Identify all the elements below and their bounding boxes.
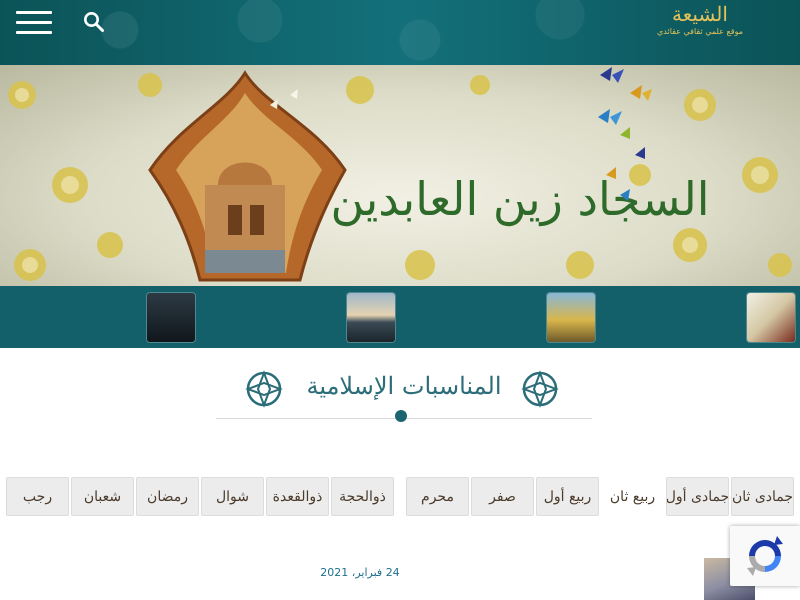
hijri-months-row: رجب شعبان رمضان شوال ذوالقعدة ذوالحجة مح… <box>0 476 800 518</box>
month-rabi-awwal[interactable]: ربيع أول <box>536 477 599 516</box>
search-icon-glyph <box>84 12 104 32</box>
post-date[interactable]: 24 فبراير، 2021 <box>300 566 420 579</box>
month-jumada-thani[interactable]: جمادى ثان <box>731 477 794 516</box>
section-divider-dot <box>395 410 407 422</box>
thumbnail-golden-shrine[interactable] <box>547 293 595 342</box>
menu-bar <box>16 21 52 24</box>
banner-artwork: السجاد زين العابدين <box>8 67 792 282</box>
hero-banner[interactable]: السجاد زين العابدين <box>0 65 800 286</box>
site-header: الشيعة موقع علمي ثقافي عقائدي <box>0 0 800 65</box>
recaptcha-icon <box>747 536 783 576</box>
thumbnail-quran[interactable] <box>747 293 795 342</box>
logo-mark: الشيعة <box>672 2 728 26</box>
month-dhul-hijjah[interactable]: ذوالحجة <box>331 477 394 516</box>
site-logo[interactable]: الشيعة موقع علمي ثقافي عقائدي <box>650 2 750 44</box>
month-shaban[interactable]: شعبان <box>71 477 134 516</box>
month-rajab[interactable]: رجب <box>6 477 69 516</box>
month-jumada-awwal[interactable]: جمادى أول <box>666 477 729 516</box>
search-icon[interactable] <box>82 10 106 34</box>
banner-calligraphy: السجاد زين العابدين <box>330 172 709 227</box>
month-safar[interactable]: صفر <box>471 477 534 516</box>
month-dhul-qadah[interactable]: ذوالقعدة <box>266 477 329 516</box>
menu-icon[interactable] <box>16 11 52 35</box>
ornament-icon <box>521 370 559 408</box>
logo-tagline: موقع علمي ثقافي عقائدي <box>657 27 743 36</box>
month-rabi-thani[interactable]: ربيع ثان <box>601 477 664 516</box>
thumbnail-strip <box>0 286 800 348</box>
menu-bar <box>16 31 52 34</box>
section-title: المناسبات الإسلامية <box>306 372 502 400</box>
month-shawwal[interactable]: شوال <box>201 477 264 516</box>
menu-bar <box>16 11 52 14</box>
thumbnail-seascape[interactable] <box>347 293 395 342</box>
month-ramadan[interactable]: رمضان <box>136 477 199 516</box>
recaptcha-badge[interactable] <box>730 526 800 586</box>
thumbnail-mobile-app[interactable] <box>147 293 195 342</box>
month-muharram[interactable]: محرم <box>406 477 469 516</box>
ornament-icon <box>245 370 283 408</box>
